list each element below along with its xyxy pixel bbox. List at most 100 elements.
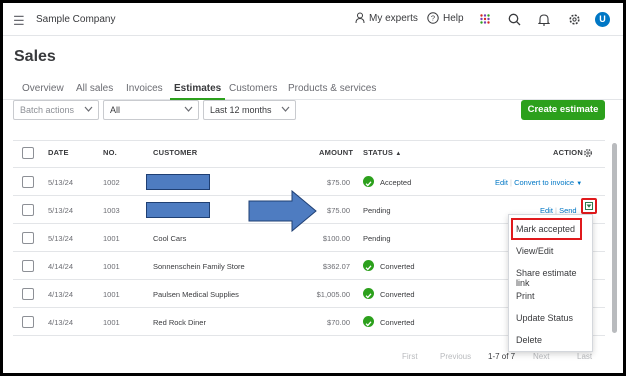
sort-asc-icon: ▲	[395, 151, 402, 157]
menu-icon[interactable]: ☰	[13, 13, 25, 29]
check-circle-icon	[363, 260, 374, 271]
row-status: Accepted	[380, 178, 412, 187]
pagination-previous[interactable]: Previous	[440, 352, 471, 361]
person-icon	[355, 12, 365, 24]
chevron-down-icon	[84, 106, 93, 112]
row-status: Pending	[363, 234, 391, 243]
scrollbar[interactable]	[612, 143, 617, 333]
my-experts-label: My experts	[369, 12, 418, 24]
row-number: 1002	[103, 178, 120, 187]
row-checkbox[interactable]	[22, 204, 34, 216]
row-date: 5/13/24	[48, 234, 74, 243]
row-customer: Cool Cars	[153, 234, 187, 243]
row-amount: $1,005.00	[316, 290, 350, 299]
pagination-next[interactable]: Next	[533, 352, 549, 361]
tab-all-sales[interactable]: All sales	[76, 83, 113, 100]
batch-actions-label: Batch actions	[20, 105, 75, 115]
row-checkbox[interactable]	[22, 260, 34, 272]
row-customer: Red Rock Diner	[153, 318, 206, 327]
chevron-down-icon[interactable]: ▼	[576, 181, 582, 187]
dropdown-toggle	[585, 202, 593, 210]
row-amount: $100.00	[322, 234, 350, 243]
help-icon: ?	[427, 12, 439, 24]
menu-item-view-edit[interactable]: View/Edit	[516, 246, 553, 256]
menu-item-delete[interactable]: Delete	[516, 335, 542, 345]
help-label: Help	[443, 12, 464, 24]
edit-link[interactable]: Edit	[495, 178, 508, 187]
convert-to-invoice-link[interactable]: Convert to invoice	[514, 178, 574, 187]
col-no[interactable]: NO.	[103, 148, 117, 157]
chevron-down-icon	[184, 106, 193, 112]
row-status: Pending	[363, 206, 391, 215]
select-all-checkbox[interactable]	[22, 147, 34, 159]
tab-customers[interactable]: Customers	[229, 83, 277, 100]
col-customer[interactable]: CUSTOMER	[153, 148, 197, 157]
company-name: Sample Company	[36, 14, 116, 25]
check-circle-icon	[363, 176, 374, 187]
row-date: 5/13/24	[48, 178, 74, 187]
type-dropdown[interactable]: All	[103, 100, 199, 120]
menu-item-share-estimate-link[interactable]: Share estimate link	[516, 268, 592, 288]
tab-bar: Overview All sales Invoices Estimates Cu…	[3, 83, 623, 100]
header-rule	[13, 167, 605, 168]
pagination-range: 1-7 of 7	[488, 352, 516, 361]
tab-estimates[interactable]: Estimates	[170, 83, 226, 100]
row-checkbox[interactable]	[22, 288, 34, 300]
col-amount[interactable]: AMOUNT	[319, 148, 353, 157]
tab-invoices[interactable]: Invoices	[126, 83, 163, 100]
row-number: 1001	[103, 318, 120, 327]
menu-item-mark-accepted[interactable]: Mark accepted	[516, 224, 575, 234]
col-date[interactable]: DATE	[48, 148, 69, 157]
type-dropdown-value: All	[110, 105, 121, 115]
row-customer: Sonnenschein Family Store	[153, 262, 245, 271]
gear-icon[interactable]	[568, 13, 581, 26]
row-checkbox[interactable]	[22, 176, 34, 188]
row-date: 4/14/24	[48, 262, 74, 271]
check-circle-icon	[363, 288, 374, 299]
redacted-customer	[146, 174, 210, 190]
col-status[interactable]: STATUS ▲	[363, 148, 402, 157]
menu-item-update-status[interactable]: Update Status	[516, 313, 573, 323]
row-status: Converted	[380, 262, 415, 271]
row-number: 1001	[103, 234, 120, 243]
redacted-customer	[146, 202, 210, 218]
check-circle-icon	[363, 316, 374, 327]
chevron-down-icon	[281, 106, 290, 112]
batch-actions-dropdown[interactable]: Batch actions	[13, 100, 99, 120]
top-bar: ☰ Sample Company My experts ? Help U	[3, 3, 623, 36]
row-number: 1001	[103, 290, 120, 299]
menu-item-print[interactable]: Print	[516, 291, 535, 301]
my-experts-button[interactable]: My experts	[355, 12, 418, 24]
bell-icon[interactable]	[538, 13, 550, 26]
date-range-dropdown[interactable]: Last 12 months	[203, 100, 296, 120]
col-action: ACTION	[553, 148, 583, 157]
search-icon[interactable]	[508, 13, 521, 26]
create-estimate-button[interactable]: Create estimate	[521, 100, 605, 120]
avatar[interactable]: U	[595, 12, 610, 27]
row-checkbox[interactable]	[22, 316, 34, 328]
tab-products-services[interactable]: Products & services	[288, 83, 376, 100]
action-menu: Mark accepted View/Edit Share estimate l…	[508, 214, 593, 352]
row-number: 1003	[103, 206, 120, 215]
apps-grid-icon[interactable]	[480, 14, 490, 24]
app-window: ☰ Sample Company My experts ? Help U Sal…	[3, 3, 623, 373]
row-amount: $75.00	[327, 178, 350, 187]
table-settings-gear-icon[interactable]	[583, 148, 593, 158]
page-title: Sales	[14, 48, 56, 65]
svg-text:?: ?	[431, 14, 435, 23]
tab-overview[interactable]: Overview	[22, 83, 64, 100]
row-checkbox[interactable]	[22, 232, 34, 244]
col-status-label: STATUS	[363, 148, 394, 157]
pagination-last[interactable]: Last	[577, 352, 592, 361]
more-actions-dropdown-button[interactable]	[581, 198, 597, 214]
help-button[interactable]: ? Help	[427, 12, 464, 24]
date-range-value: Last 12 months	[210, 105, 272, 115]
row-status: Converted	[380, 290, 415, 299]
table-top-rule	[13, 140, 605, 141]
row-number: 1001	[103, 262, 120, 271]
row-customer: Paulsen Medical Supplies	[153, 290, 239, 299]
row-date: 4/13/24	[48, 318, 74, 327]
pagination-first[interactable]: First	[402, 352, 418, 361]
row-date: 4/13/24	[48, 290, 74, 299]
row-date: 5/13/24	[48, 206, 74, 215]
